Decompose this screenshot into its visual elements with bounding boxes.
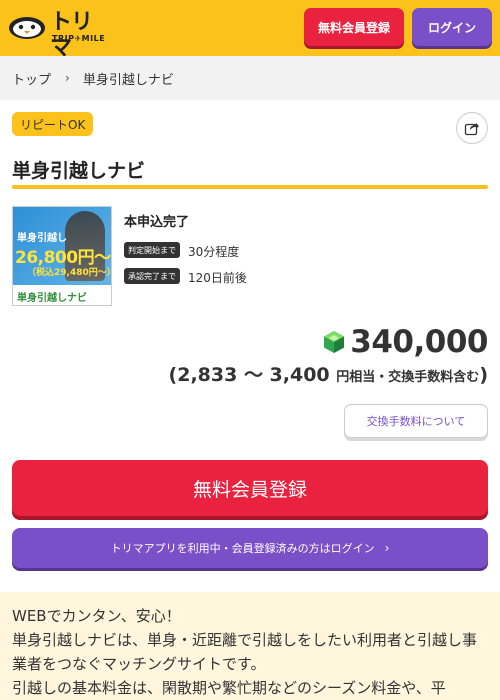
- page-title: 単身引越しナビ: [12, 160, 146, 182]
- register-button[interactable]: 無料会員登録: [304, 8, 404, 46]
- exchange-fee-button[interactable]: 交換手数料について: [344, 404, 488, 438]
- title-underline: [12, 185, 488, 189]
- chevron-right-icon: ›: [65, 71, 70, 85]
- approval-tag: 承認完了まで: [124, 268, 180, 284]
- approval-value: 120日前後: [188, 271, 247, 285]
- logo-subtext: TRIP✈MILE: [52, 34, 106, 43]
- penguin-logo-icon: [9, 17, 45, 39]
- share-icon: [464, 123, 479, 136]
- green-gem-icon: [324, 331, 345, 353]
- thumbnail-logo: 単身引越しナビ: [17, 293, 87, 304]
- judge-start-value: 30分程度: [188, 245, 240, 259]
- thumbnail-tax-price: （税込29,480円〜）: [27, 268, 112, 278]
- login-cta-label: トリマアプリを利用中・会員登録済みの方はログイン: [110, 542, 375, 555]
- points-yen-range: (2,833 〜 3,400 円相当・交換手数料含む): [169, 360, 488, 387]
- thumbnail-headline: 単身引越し: [17, 233, 67, 244]
- chevron-right-icon: ›: [384, 541, 390, 555]
- judge-start-tag: 判定開始まで: [124, 242, 180, 258]
- repeat-ok-badge: リピートOK: [12, 112, 94, 136]
- service-thumbnail: 単身引越し 26,800円〜 （税込29,480円〜） 単身引越しナビ: [12, 206, 112, 306]
- login-button[interactable]: ログイン: [412, 8, 492, 46]
- points-range-suffix: 円相当・交換手数料含む: [336, 370, 480, 385]
- trima-logo[interactable]: トリマ TRIP✈MILE: [8, 10, 108, 61]
- app-header: トリマ TRIP✈MILE 無料会員登録 ログイン: [0, 0, 500, 61]
- breadcrumb: トップ › 単身引越しナビ: [0, 56, 500, 100]
- points-range-close: ): [479, 364, 488, 386]
- points-display: 340,000: [323, 324, 488, 360]
- description-line: 引越しの基本料金は、閑散期や繁忙期などのシーズン料金や、平: [12, 679, 446, 697]
- service-description: WEBでカンタン、安心！ 単身引越しナビは、単身・近距離で引越しをしたい利用者と…: [0, 592, 500, 700]
- description-line: WEBでカンタン、安心！: [12, 607, 181, 625]
- points-value: 340,000: [350, 324, 488, 360]
- login-cta-button[interactable]: トリマアプリを利用中・会員登録済みの方はログイン ›: [12, 528, 488, 568]
- points-range-text: (2,833 〜 3,400: [168, 364, 330, 386]
- breadcrumb-home-link[interactable]: トップ: [12, 69, 51, 88]
- description-line: 単身引越しナビは、単身・近距離で引越しをしたい利用者と引越し事業者をつなぐマッチ…: [12, 631, 478, 673]
- completion-condition: 本申込完了: [124, 215, 190, 230]
- register-cta-button[interactable]: 無料会員登録: [12, 460, 488, 516]
- share-button[interactable]: [456, 112, 488, 144]
- breadcrumb-current: 単身引越しナビ: [82, 72, 174, 88]
